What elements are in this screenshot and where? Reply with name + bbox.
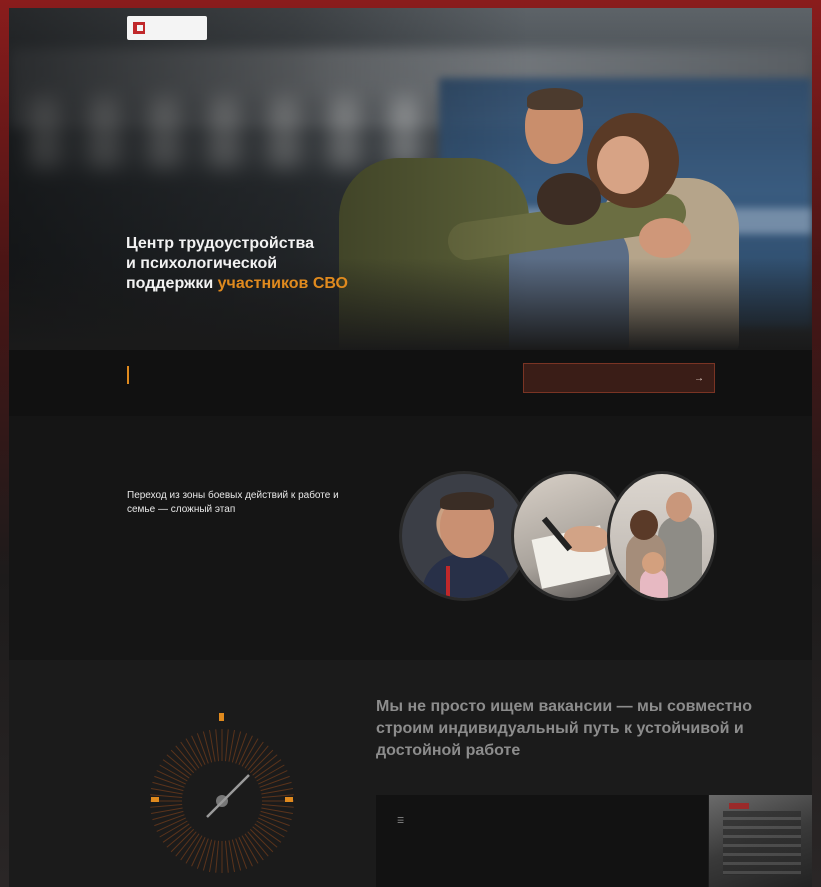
arrow-right-icon: → [694, 372, 704, 384]
dial-tick [261, 803, 294, 808]
mission-title: Мы не просто ищем вакансии — мы совместн… [376, 698, 752, 759]
dial-marker-left [151, 797, 159, 802]
page: Центр трудоустройства и психологической … [9, 8, 812, 887]
dial-tick [224, 729, 229, 762]
dial-tick [224, 840, 229, 873]
hero-section: Центр трудоустройства и психологической … [9, 8, 812, 350]
photo-worker-circle [399, 471, 529, 601]
section-text [127, 563, 317, 567]
photo-family-circle [607, 471, 717, 601]
dial-marker-top [219, 713, 224, 721]
menu-icon: ☰ [397, 816, 405, 825]
logo-icon [133, 22, 145, 34]
dial-tick [215, 729, 220, 762]
accent-bar [127, 366, 129, 384]
compass-dial-icon [150, 713, 294, 873]
cta-button[interactable]: → [523, 363, 715, 393]
logo[interactable] [127, 16, 207, 40]
content-panel [376, 795, 708, 887]
dial-marker-right [285, 797, 293, 802]
building-photo [709, 795, 812, 887]
dial-needle [206, 774, 250, 818]
hero-title-accent: участников СВО [217, 275, 348, 292]
dial-tick [215, 840, 220, 873]
top-nav [9, 8, 812, 48]
hero-title: Центр трудоустройства и психологической … [126, 235, 348, 292]
dial-tick [150, 803, 183, 808]
section-title: Переход из зоны боевых действий к работе… [127, 490, 339, 515]
